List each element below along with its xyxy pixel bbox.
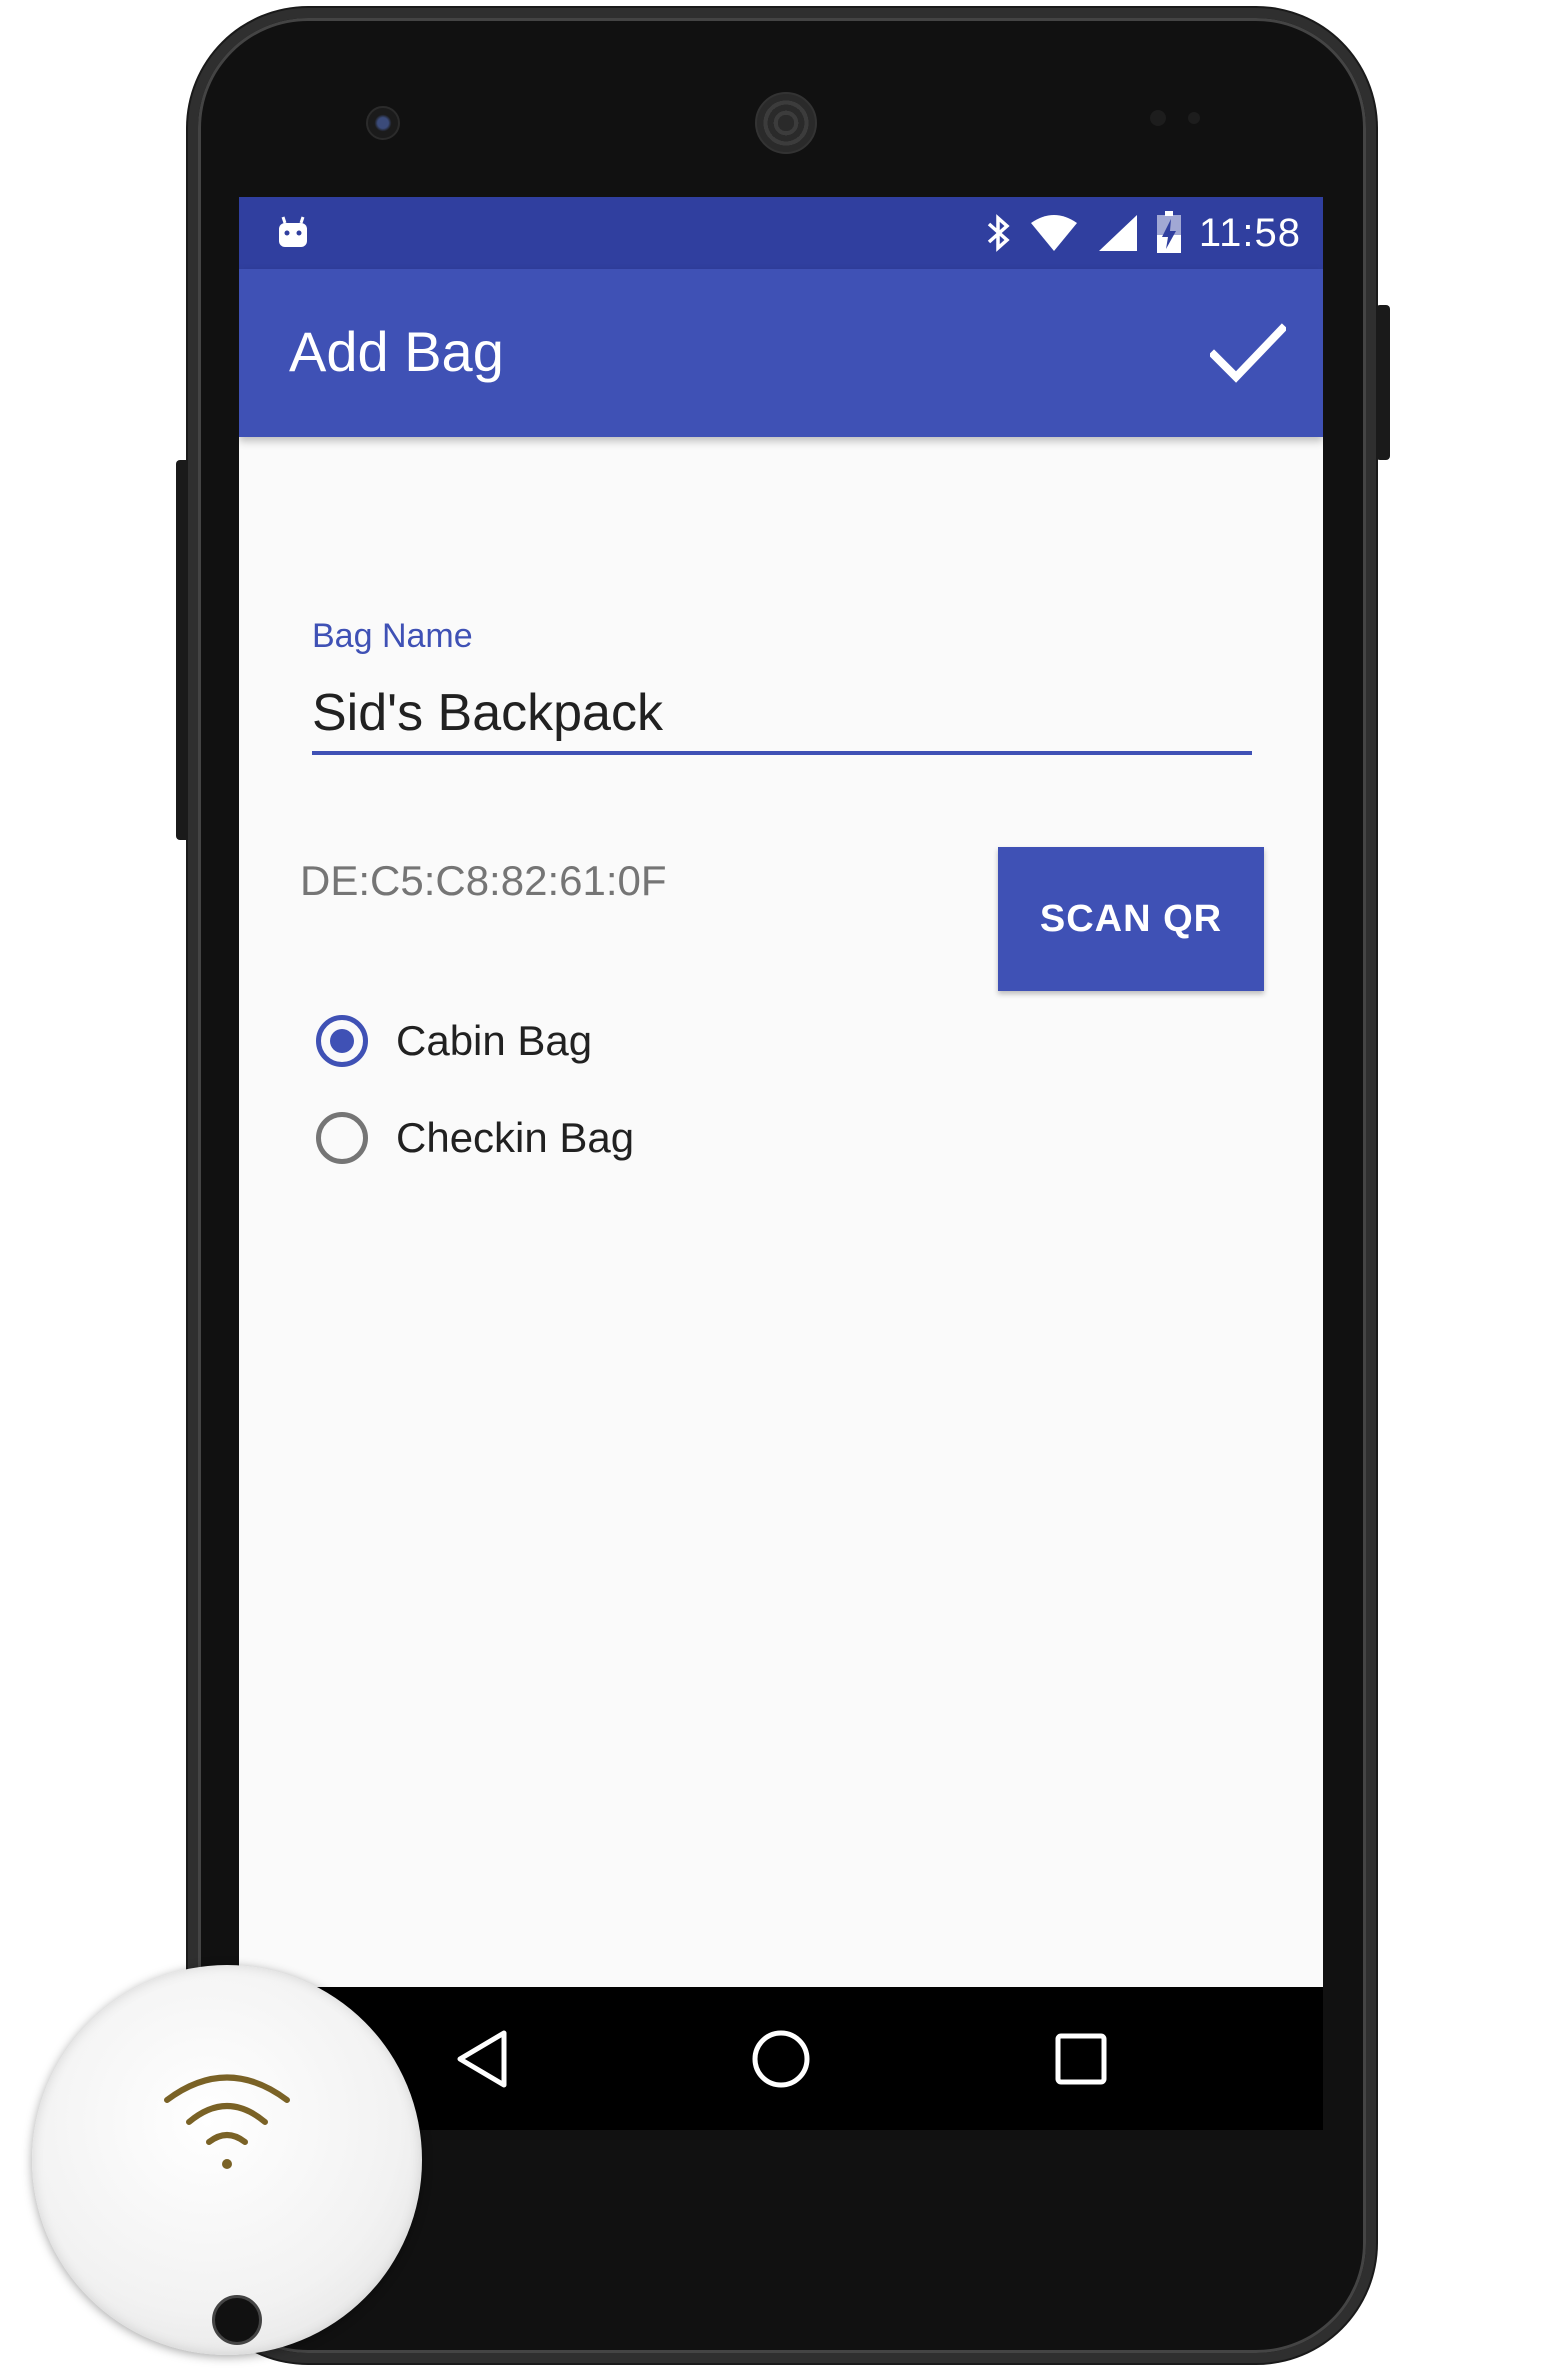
power-button — [1376, 305, 1390, 460]
proximity-sensor — [1150, 110, 1166, 126]
stage: 11:58 Add Bag Bag Name DE:C5:C8:82:61:0F… — [0, 0, 1559, 2375]
status-icons: 11:58 — [985, 207, 1301, 259]
radio-unselected-icon[interactable] — [316, 1112, 368, 1164]
back-triangle-icon — [457, 2030, 507, 2088]
android-notification-icon — [279, 216, 307, 247]
radio-selected-icon[interactable] — [316, 1015, 368, 1067]
check-icon — [1210, 323, 1286, 383]
home-circle-icon — [752, 2030, 810, 2088]
wifi-signal-icon — [1030, 215, 1077, 251]
recents-button[interactable] — [1039, 2017, 1123, 2101]
bluetooth-icon — [987, 214, 1010, 252]
status-time: 11:58 — [1198, 210, 1301, 255]
front-camera — [366, 106, 400, 140]
earpiece-speaker — [755, 92, 817, 154]
back-button[interactable] — [440, 2017, 524, 2101]
bag-name-input[interactable] — [312, 675, 1252, 755]
radio-checkin-bag[interactable]: Checkin Bag — [316, 1112, 634, 1164]
keyring-hole — [212, 2295, 262, 2345]
radio-label-checkin: Checkin Bag — [396, 1114, 635, 1161]
radio-label-cabin: Cabin Bag — [396, 1017, 593, 1064]
mac-address: DE:C5:C8:82:61:0F — [300, 857, 667, 904]
battery-charging-icon — [1156, 211, 1181, 253]
scan-qr-button[interactable]: SCAN QR — [998, 847, 1264, 991]
bluetooth-tag-device — [32, 1965, 422, 2355]
radio-cabin-bag[interactable]: Cabin Bag — [316, 1015, 592, 1067]
bag-name-label: Bag Name — [312, 617, 473, 655]
light-sensor — [1188, 112, 1200, 124]
app-bar: Add Bag — [239, 269, 1323, 437]
status-bar: 11:58 — [239, 197, 1323, 269]
wireless-icon — [164, 2074, 290, 2169]
recents-square-icon — [1055, 2033, 1107, 2085]
home-button[interactable] — [739, 2017, 823, 2101]
page-title: Add Bag — [289, 320, 504, 383]
save-button[interactable] — [1203, 309, 1293, 399]
cell-signal-icon — [1098, 215, 1137, 251]
phone-screen: 11:58 Add Bag Bag Name DE:C5:C8:82:61:0F… — [239, 197, 1323, 2130]
